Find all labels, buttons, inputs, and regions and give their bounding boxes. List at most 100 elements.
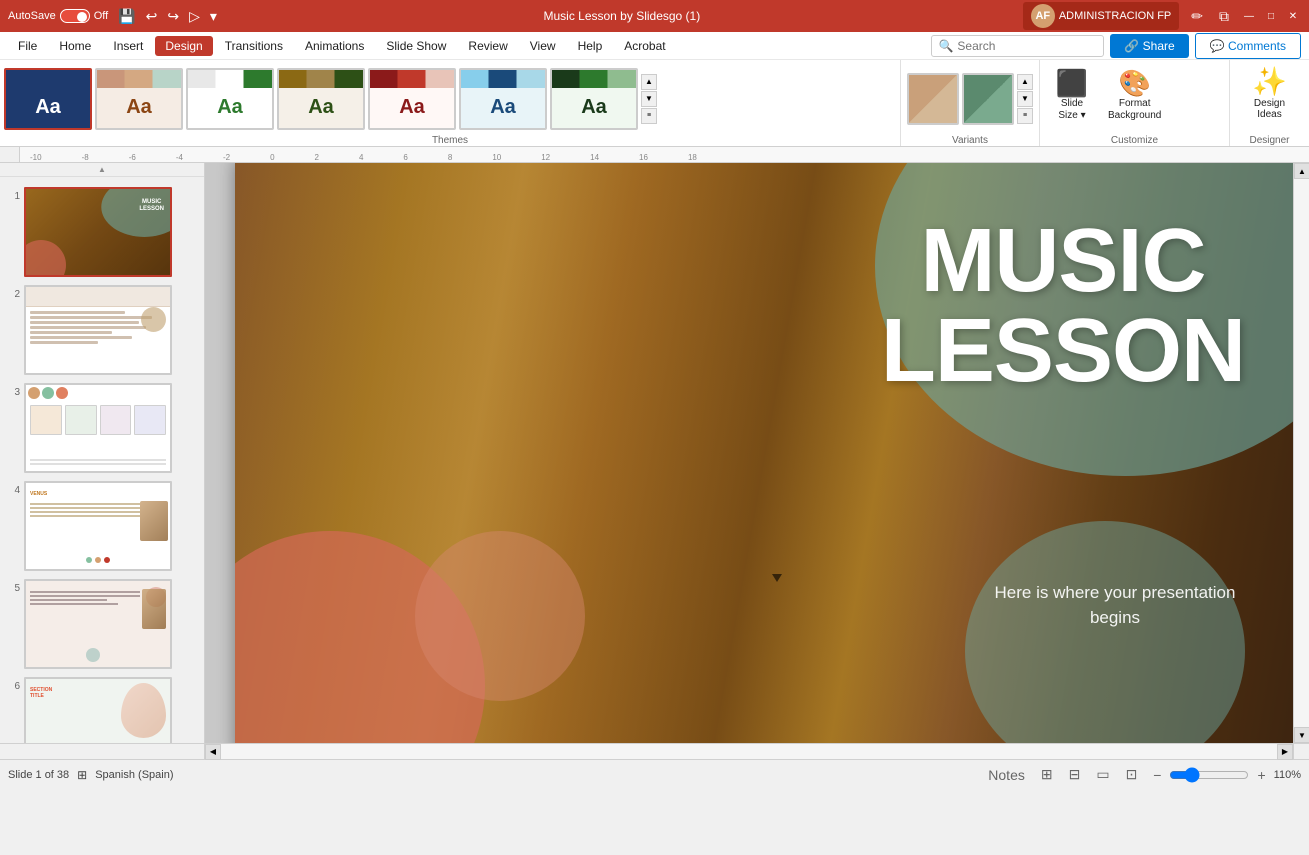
search-input[interactable] bbox=[957, 39, 1097, 53]
slide-title-line2: LESSON bbox=[881, 306, 1245, 396]
more-options-button[interactable]: ▾ bbox=[206, 6, 221, 27]
slide-thumb-3[interactable]: 3 bbox=[4, 381, 200, 475]
theme-4[interactable]: Aa bbox=[277, 68, 365, 130]
slide-title-line1: MUSIC bbox=[881, 216, 1245, 306]
thumb-4-dots bbox=[86, 557, 110, 563]
zoom-slider[interactable] bbox=[1169, 767, 1249, 783]
zoom-in-button[interactable]: + bbox=[1253, 765, 1269, 785]
reading-view-button[interactable]: ▭ bbox=[1092, 764, 1113, 785]
theme-scroll-up[interactable]: ▲ bbox=[641, 74, 657, 90]
slide-size-icon: ⬛ bbox=[1056, 70, 1088, 96]
slide-title: MUSIC LESSON bbox=[881, 216, 1245, 396]
undo-button[interactable]: ↩ bbox=[142, 6, 162, 27]
normal-view-button[interactable]: ⊞ bbox=[1037, 764, 1057, 785]
zoom-out-button[interactable]: − bbox=[1149, 765, 1165, 785]
share-button[interactable]: 🔗 Share bbox=[1110, 34, 1188, 58]
restore-button[interactable]: ⧉ bbox=[1215, 6, 1233, 27]
slide-number-6: 6 bbox=[6, 681, 20, 692]
variant-2[interactable] bbox=[962, 73, 1014, 125]
thumb-content-4: VENUS bbox=[26, 483, 170, 569]
thumb-content-3 bbox=[26, 385, 170, 471]
autosave-toggle[interactable] bbox=[60, 9, 90, 23]
menu-insert[interactable]: Insert bbox=[103, 36, 153, 56]
thumb-2-header bbox=[26, 287, 170, 307]
menu-design[interactable]: Design bbox=[155, 36, 212, 56]
menu-slideshow[interactable]: Slide Show bbox=[376, 36, 456, 56]
panel-scroll-top[interactable]: ▲ bbox=[0, 163, 204, 177]
thumb-5-img bbox=[142, 589, 166, 629]
menu-home[interactable]: Home bbox=[49, 36, 101, 56]
slide-thumb-5[interactable]: 5 bbox=[4, 577, 200, 671]
theme-6[interactable]: Aa bbox=[459, 68, 547, 130]
pen-button[interactable]: ✏ bbox=[1187, 6, 1207, 27]
theme-3[interactable]: Aa bbox=[186, 68, 274, 130]
zoom-level: 110% bbox=[1274, 769, 1301, 781]
present-button[interactable]: ▷ bbox=[185, 6, 204, 27]
format-background-button[interactable]: 🎨 FormatBackground bbox=[1102, 68, 1167, 124]
save-button[interactable]: 💾 bbox=[114, 6, 139, 27]
zoom-controls: − + 110% bbox=[1149, 765, 1301, 785]
thumb-content-2 bbox=[26, 287, 170, 373]
variant-scroll-up[interactable]: ▲ bbox=[1017, 74, 1033, 90]
title-bar: AutoSave Off 💾 ↩ ↪ ▷ ▾ Music Lesson by S… bbox=[0, 0, 1309, 32]
variant-1[interactable] bbox=[907, 73, 959, 125]
variants-row: ▲ ▼ ≡ bbox=[907, 64, 1033, 133]
menu-items: File Home Insert Design Transitions Anim… bbox=[8, 36, 676, 56]
slide-size-button[interactable]: ⬛ SlideSize ▾ bbox=[1046, 68, 1098, 124]
menu-review[interactable]: Review bbox=[458, 36, 517, 56]
slide-thumb-1[interactable]: 1 MUSICLESSON bbox=[4, 185, 200, 279]
ruler-marks: -10 -8 -6 -4 -2 0 2 4 6 8 10 12 14 16 18 bbox=[20, 147, 1309, 162]
menu-help[interactable]: Help bbox=[568, 36, 613, 56]
user-avatar[interactable]: AF bbox=[1031, 4, 1055, 28]
hscroll-right[interactable]: ▶ bbox=[1277, 744, 1293, 760]
redo-button[interactable]: ↪ bbox=[163, 6, 183, 27]
theme-1[interactable]: Aa bbox=[4, 68, 92, 130]
theme-scroll-down[interactable]: ▼ bbox=[641, 91, 657, 107]
slide-thumb-6[interactable]: 6 SECTIONTITLE bbox=[4, 675, 200, 743]
themes-row: Aa Aa Aa Aa bbox=[4, 64, 896, 133]
variant-more[interactable]: ≡ bbox=[1017, 108, 1033, 124]
theme-7[interactable]: Aa bbox=[550, 68, 638, 130]
theme-2[interactable]: Aa bbox=[95, 68, 183, 130]
ruler-corner bbox=[0, 147, 20, 163]
theme-more[interactable]: ≡ bbox=[641, 108, 657, 124]
menu-acrobat[interactable]: Acrobat bbox=[614, 36, 675, 56]
thumb-1-shape bbox=[101, 189, 170, 237]
slide-size-label: SlideSize ▾ bbox=[1058, 98, 1085, 122]
search-icon: 🔍 bbox=[938, 39, 953, 53]
thumb-content-1: MUSICLESSON bbox=[26, 189, 170, 275]
menu-view[interactable]: View bbox=[520, 36, 566, 56]
thumb-image-3 bbox=[24, 383, 172, 473]
canvas-area: -6 -4 -2 0 2 4 6 8 MUSIC LESSON bbox=[205, 163, 1309, 743]
hscroll-left[interactable]: ◀ bbox=[205, 744, 221, 760]
slide-shape-salmon-small bbox=[415, 531, 585, 701]
slide-thumb-4[interactable]: 4 VENUS bbox=[4, 479, 200, 573]
thumb-2-circle bbox=[141, 307, 166, 332]
vscroll-up[interactable]: ▲ bbox=[1294, 163, 1309, 179]
maximize-button[interactable]: □ bbox=[1263, 8, 1279, 24]
designer-label: Designer bbox=[1249, 133, 1289, 146]
menu-file[interactable]: File bbox=[8, 36, 47, 56]
slide-subtitle: Here is where your presentation begins bbox=[985, 580, 1245, 631]
themes-group: Aa Aa Aa Aa bbox=[0, 60, 900, 146]
slide-thumb-2[interactable]: 2 bbox=[4, 283, 200, 377]
menu-transitions[interactable]: Transitions bbox=[215, 36, 293, 56]
menu-animations[interactable]: Animations bbox=[295, 36, 374, 56]
design-ideas-button[interactable]: ✨ DesignIdeas bbox=[1244, 64, 1295, 133]
presenter-view-button[interactable]: ⊡ bbox=[1122, 764, 1142, 785]
variant-scroll-down[interactable]: ▼ bbox=[1017, 91, 1033, 107]
theme-5[interactable]: Aa bbox=[368, 68, 456, 130]
autosave-badge: AutoSave Off bbox=[8, 9, 108, 23]
thumb-content-6: SECTIONTITLE bbox=[26, 679, 170, 743]
vscroll-down[interactable]: ▼ bbox=[1294, 727, 1309, 743]
variants-label: Variants bbox=[907, 133, 1033, 146]
designer-group: ✨ DesignIdeas Designer bbox=[1229, 60, 1309, 146]
comments-button[interactable]: 💬 Comments bbox=[1195, 33, 1301, 59]
slide-sorter-button[interactable]: ⊟ bbox=[1065, 764, 1085, 785]
customize-row: ⬛ SlideSize ▾ 🎨 FormatBackground bbox=[1046, 64, 1223, 133]
language: Spanish (Spain) bbox=[95, 769, 173, 781]
notes-button[interactable]: Notes bbox=[984, 765, 1029, 785]
close-button[interactable]: ✕ bbox=[1285, 8, 1301, 24]
minimize-button[interactable]: — bbox=[1241, 8, 1257, 24]
slide-panel-inner: 1 MUSICLESSON 2 bbox=[0, 177, 204, 743]
